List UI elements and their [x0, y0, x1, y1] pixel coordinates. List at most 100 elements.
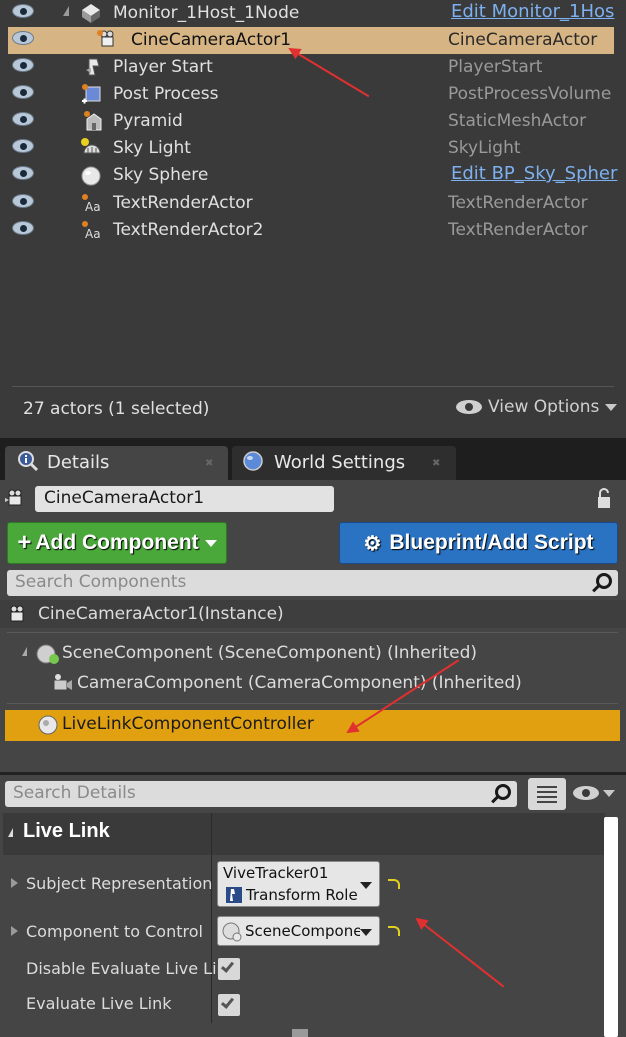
visibility-eye-icon[interactable] [12, 112, 34, 126]
add-component-button[interactable]: + Add Component [7, 522, 227, 564]
category-title: Live Link [23, 820, 110, 842]
scrollbar[interactable] [604, 817, 618, 1037]
svg-text:Aa: Aa [85, 200, 101, 214]
static-mesh-icon [84, 111, 102, 131]
actor-name: Pyramid [113, 111, 183, 131]
subject-representation-combo[interactable]: ViveTracker01 Transform Role [217, 861, 380, 907]
eye-icon [456, 400, 482, 414]
globe-icon [243, 451, 263, 471]
actor-name: Monitor_1Host_1Node [113, 3, 300, 23]
expand-triangle-icon[interactable] [11, 926, 18, 936]
actor-type: TextRenderActor [448, 193, 588, 213]
tab-bar: Details ✖ World Settings ✖ [0, 438, 626, 480]
outliner-row[interactable]: Sky Sphere Edit BP_Sky_Spher [0, 162, 626, 189]
search-components-placeholder: Search Components [15, 572, 187, 592]
collapse-triangle-icon[interactable] [8, 828, 13, 837]
component-to-control-label: Component to Control [26, 922, 203, 941]
actor-name: Post Process [113, 84, 219, 104]
search-components-input[interactable]: Search Components [7, 570, 618, 596]
close-icon[interactable]: ✖ [205, 458, 213, 469]
cine-camera-icon [5, 489, 22, 506]
disable-evaluate-checkbox[interactable] [218, 958, 240, 980]
evaluate-label: Evaluate Live Link [26, 994, 172, 1013]
info-magnifier-icon [18, 451, 39, 472]
property-matrix-button[interactable] [528, 778, 566, 810]
column-divider[interactable] [211, 813, 212, 1023]
cine-camera-icon [10, 605, 24, 622]
instance-label: CineCameraActor1(Instance) [38, 604, 284, 624]
camera-icon [53, 674, 72, 691]
actor-name-input[interactable]: CineCameraActor1 [35, 486, 334, 512]
edit-blueprint-link[interactable]: Edit Monitor_1Hos [451, 1, 626, 22]
blueprint-label: Blueprint/Add Script [389, 531, 594, 554]
unlock-icon[interactable] [596, 488, 612, 510]
actor-name: CineCameraActor1 [131, 30, 292, 50]
collapse-triangle-icon[interactable] [63, 6, 69, 16]
actor-type: PostProcessVolume [448, 84, 612, 104]
world-outliner: Monitor_1Host_1Node Edit Monitor_1Hos Ci… [0, 0, 626, 438]
outliner-row[interactable]: Aa TextRenderActor2 TextRenderActor [0, 217, 626, 244]
visibility-eye-icon[interactable] [12, 85, 34, 99]
component-to-control-combo[interactable]: SceneComponer [217, 916, 380, 946]
visibility-filter-button[interactable] [573, 786, 615, 800]
visibility-eye-icon[interactable] [12, 139, 34, 153]
search-icon [596, 573, 612, 589]
sky-light-icon [81, 138, 101, 154]
panel-divider [0, 772, 626, 775]
visibility-eye-icon[interactable] [12, 194, 34, 208]
subject-name: ViveTracker01 [223, 864, 329, 882]
chevron-down-icon [204, 539, 217, 547]
outliner-row-selected[interactable]: CineCameraActor1 CineCameraActor [8, 27, 614, 54]
outliner-row[interactable]: Sky Light SkyLight [0, 135, 626, 162]
expand-triangle-icon[interactable] [11, 878, 18, 888]
evaluate-checkbox[interactable] [218, 994, 240, 1016]
component-camera[interactable]: CameraComponent (CameraComponent) (Inher… [77, 673, 522, 693]
visibility-eye-icon[interactable] [12, 4, 34, 18]
outliner-row[interactable]: Player Start PlayerStart [0, 54, 626, 81]
visibility-eye-icon[interactable] [12, 221, 34, 235]
chevron-down-icon [605, 403, 618, 411]
collapse-triangle-icon[interactable] [22, 647, 27, 656]
outliner-row[interactable]: Aa TextRenderActor TextRenderActor [0, 190, 626, 217]
actor-type: PlayerStart [448, 57, 543, 77]
actor-name: Player Start [113, 57, 213, 77]
resize-grip-icon[interactable] [292, 1029, 308, 1037]
search-details-placeholder: Search Details [13, 783, 136, 803]
post-process-icon [82, 84, 101, 104]
component-scene[interactable]: SceneComponent (SceneComponent) (Inherit… [62, 643, 477, 663]
blueprint-add-script-button[interactable]: ⚙ Blueprint/Add Script [339, 522, 618, 564]
component-instance-row[interactable]: CineCameraActor1(Instance) [0, 600, 626, 628]
reset-to-default-icon[interactable] [388, 926, 400, 936]
plus-icon: + [17, 529, 32, 556]
outliner-row[interactable]: Post Process PostProcessVolume [0, 81, 626, 108]
gears-icon: ⚙ [363, 532, 382, 555]
search-icon [495, 784, 511, 800]
visibility-eye-icon[interactable] [12, 166, 34, 180]
view-options-label: View Options [488, 397, 600, 417]
outliner-row[interactable]: Monitor_1Host_1Node Edit Monitor_1Hos [0, 0, 626, 27]
scene-component-icon [222, 922, 242, 942]
chevron-down-icon [360, 929, 372, 936]
tab-world-settings[interactable]: World Settings ✖ [232, 446, 456, 480]
monitor-icon [82, 4, 100, 23]
edit-blueprint-link[interactable]: Edit BP_Sky_Spher [451, 163, 626, 184]
divider [7, 703, 618, 704]
actor-type: SkyLight [448, 138, 521, 158]
chevron-down-icon [360, 882, 372, 889]
eye-icon [573, 786, 599, 800]
visibility-eye-icon[interactable] [12, 58, 34, 72]
tab-details[interactable]: Details ✖ [5, 446, 228, 480]
add-component-label: Add Component [35, 531, 199, 554]
view-options-button[interactable]: View Options [456, 397, 618, 417]
livelink-component-icon [38, 715, 58, 735]
reset-to-default-icon[interactable] [388, 879, 400, 889]
outliner-divider [12, 386, 614, 387]
transform-role-icon [226, 887, 242, 903]
search-details-input[interactable]: Search Details [5, 781, 517, 807]
visibility-eye-icon[interactable] [12, 31, 34, 45]
subject-representation-label: Subject Representation [26, 874, 213, 893]
svg-text:Aa: Aa [85, 227, 101, 241]
component-livelink-row[interactable]: LiveLinkComponentController [5, 710, 620, 741]
close-icon[interactable]: ✖ [432, 458, 440, 469]
outliner-row[interactable]: Pyramid StaticMeshActor [0, 108, 626, 135]
